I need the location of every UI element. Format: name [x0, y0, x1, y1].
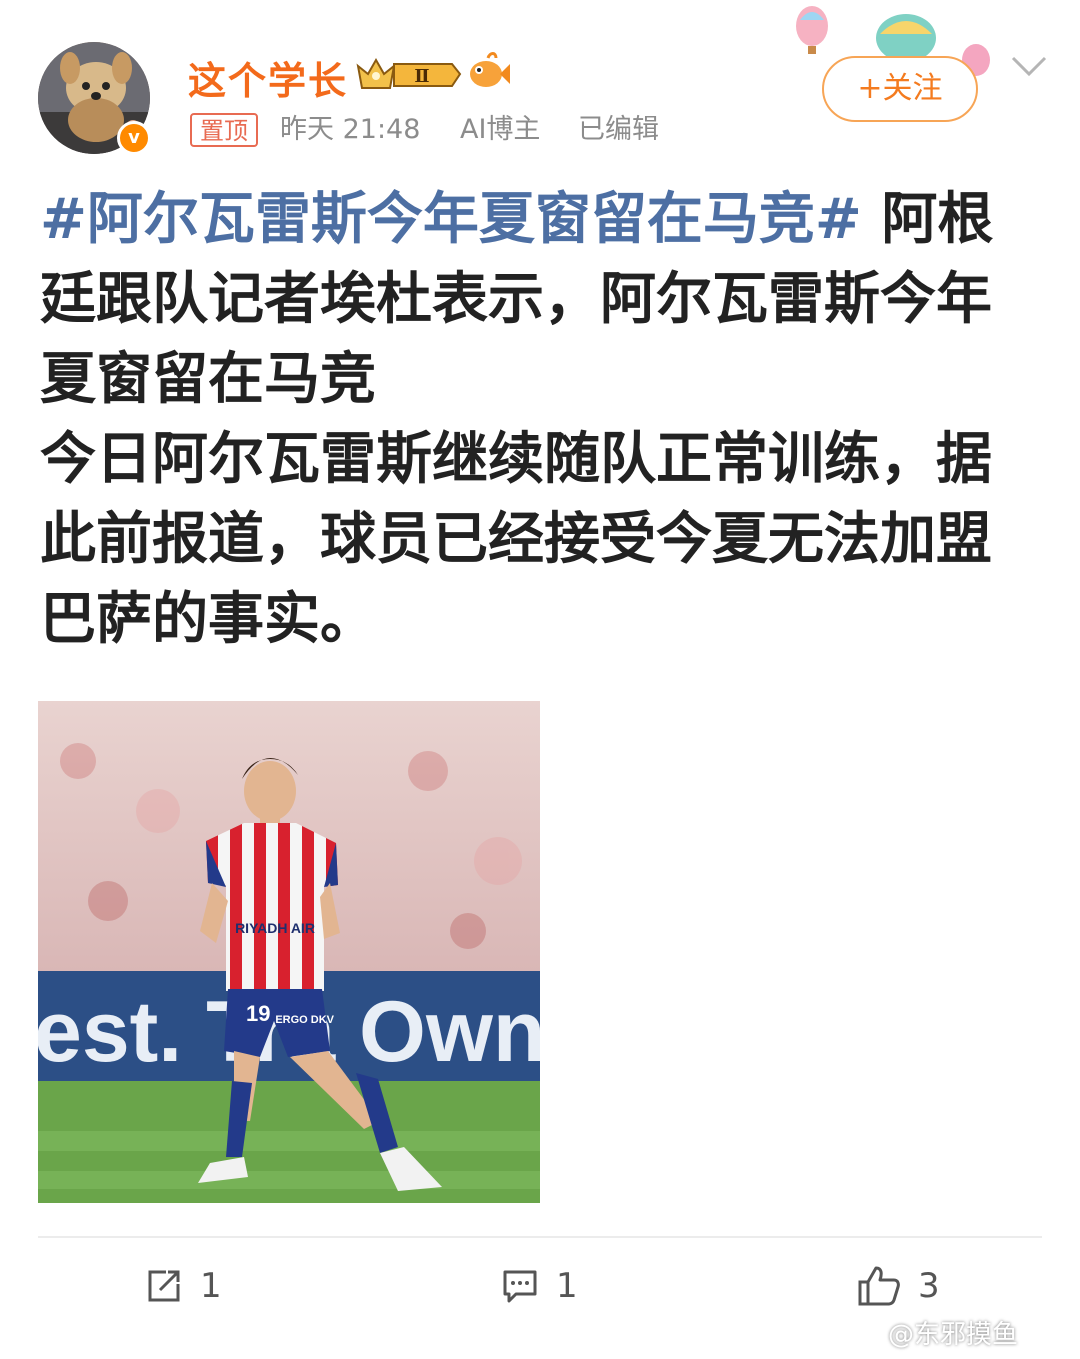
fish-icon [470, 52, 510, 87]
post-time: 昨天 21:48 [280, 114, 421, 145]
comment-button[interactable]: 1 [502, 1262, 578, 1310]
weibo-logo-icon [846, 1318, 881, 1346]
edited-label: 已编辑 [578, 114, 659, 145]
repost-count: 1 [200, 1266, 222, 1306]
hashtag-link[interactable]: #阿尔瓦雷斯今年夏窗留在马竞# [40, 187, 862, 252]
comment-count: 1 [556, 1266, 578, 1306]
shorts-text: ERGO DKV [275, 1014, 334, 1026]
comment-icon [503, 1270, 537, 1303]
jersey-sponsor: RIYADH AIR [235, 920, 315, 936]
pinned-badge: 置顶 [190, 113, 258, 147]
watermark: @东邪摸鱼 [888, 1320, 1019, 1350]
username[interactable]: 这个学长 [188, 50, 348, 105]
post-text: #阿尔瓦雷斯今年夏窗留在马竞# 阿根廷跟队记者埃杜表示，阿尔瓦雷斯今年夏窗留在马… [40, 180, 1040, 660]
vip-level: Ⅱ [414, 66, 429, 87]
repost-button[interactable]: 1 [146, 1262, 222, 1310]
post-photo[interactable]: est. Tra Own RIYADH AIR 19 ERGO DKV [38, 701, 540, 1203]
repost-icon [148, 1270, 180, 1302]
vip-crown-icon[interactable]: Ⅱ [356, 56, 462, 92]
post-text-line2: 今日阿尔瓦雷斯继续随队正常训练，据此前报道，球员已经接受今夏无法加盟巴萨的事实。 [40, 427, 992, 652]
like-button[interactable]: 3 [858, 1262, 940, 1310]
chevron-down-icon[interactable] [1010, 54, 1048, 78]
author-role: AI博主 [460, 114, 541, 145]
jersey-number: 19 [246, 1001, 270, 1026]
player-photo: est. Tra Own RIYADH AIR 19 ERGO DKV [38, 701, 540, 1203]
like-count: 3 [918, 1266, 940, 1306]
verified-icon: v [117, 121, 151, 155]
divider [38, 1236, 1042, 1238]
like-icon [858, 1266, 900, 1306]
follow-button[interactable]: +关注 [822, 56, 978, 122]
